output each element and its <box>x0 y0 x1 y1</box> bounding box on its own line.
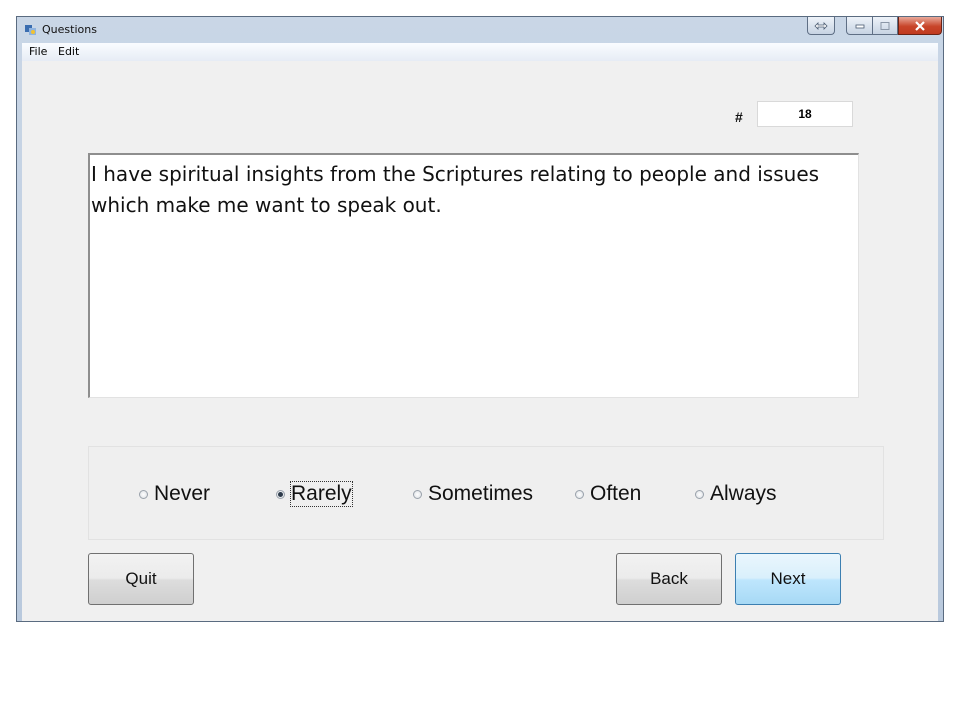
minimize-icon <box>855 24 864 28</box>
option-never[interactable]: Never <box>139 481 210 507</box>
question-number-label: # <box>735 109 743 125</box>
option-always[interactable]: Always <box>695 481 777 507</box>
radio-always[interactable] <box>695 489 704 499</box>
option-often[interactable]: Often <box>575 481 641 507</box>
option-sometimes[interactable]: Sometimes <box>413 481 533 507</box>
resize-button[interactable] <box>807 17 835 35</box>
question-text-box[interactable]: I have spiritual insights from the Scrip… <box>88 153 859 398</box>
radio-sometimes[interactable] <box>413 489 422 499</box>
close-icon <box>915 20 925 31</box>
answer-options-panel: Never Rarely Sometimes Often Always <box>88 446 884 540</box>
question-number-field[interactable]: 18 <box>757 101 853 127</box>
option-label: Never <box>154 482 211 505</box>
radio-never[interactable] <box>139 489 148 499</box>
menu-edit[interactable]: Edit <box>58 45 79 58</box>
quit-button[interactable]: Quit <box>88 553 194 605</box>
minimize-button[interactable] <box>846 17 873 35</box>
client-area: # 18 I have spiritual insights from the … <box>22 61 938 621</box>
radio-often[interactable] <box>575 489 584 499</box>
option-label: Often <box>590 482 642 505</box>
next-button[interactable]: Next <box>735 553 841 605</box>
title-bar[interactable]: Questions <box>17 17 943 43</box>
maximize-icon <box>880 21 890 30</box>
option-label: Always <box>710 482 777 505</box>
menu-bar: File Edit <box>22 43 938 62</box>
window-title: Questions <box>42 23 97 36</box>
questions-window: Questions File Edit # 18 I have spiritua… <box>16 16 944 622</box>
radio-rarely[interactable] <box>276 489 285 499</box>
option-label: Rarely <box>290 481 353 507</box>
close-button[interactable] <box>898 17 942 35</box>
resize-icon <box>814 21 828 30</box>
option-label: Sometimes <box>428 482 534 505</box>
back-button[interactable]: Back <box>616 553 722 605</box>
maximize-button[interactable] <box>873 17 898 35</box>
app-icon <box>25 25 36 35</box>
option-rarely[interactable]: Rarely <box>276 481 353 507</box>
menu-file[interactable]: File <box>29 45 47 58</box>
